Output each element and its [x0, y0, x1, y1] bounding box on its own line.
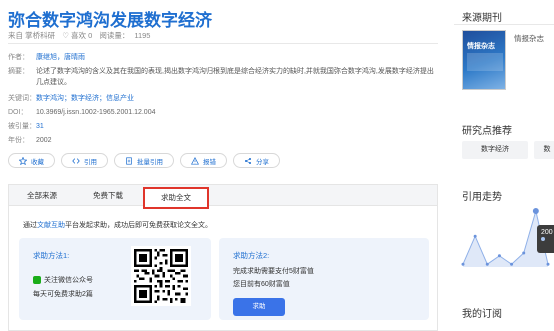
action-bar: 收藏 引用 批量引用 报错 分享	[8, 153, 280, 168]
qr-code	[131, 246, 191, 306]
help-method-1-title: 求助方法1:	[33, 251, 70, 260]
authors-row: 作者： 康继旭，唐晴雨	[8, 52, 438, 63]
share-icon	[244, 157, 252, 164]
topic-tag[interactable]: 数字经济	[462, 141, 528, 159]
page-title: 弥合数字鸿沟发展数字经济	[8, 11, 212, 30]
help-request-button[interactable]: 求助	[233, 298, 285, 316]
document-icon	[126, 156, 132, 165]
help-notice: 通过文献互助平台发起求助，成功后即可免费获取论文全文。	[23, 220, 212, 230]
help-method-1-card: 求助方法1: 关注微信公众号 每天可免费求助2篇	[19, 238, 211, 320]
doc-help-link[interactable]: 文献互助	[37, 222, 65, 229]
authors-link[interactable]: 康继旭，唐晴雨	[36, 52, 85, 63]
read-count: 1195	[134, 31, 151, 40]
trend-point[interactable]	[522, 251, 526, 255]
notice-prefix: 通过	[23, 222, 37, 229]
year-value: 2002	[36, 137, 52, 144]
wechat-follow-line: 关注微信公众号	[33, 275, 93, 285]
topic-tag[interactable]: 数	[534, 141, 554, 159]
trend-point[interactable]	[510, 262, 514, 266]
help-method-2-card: 求助方法2: 完成求助需要支付5财富值 您目前有60财富值 求助	[219, 238, 429, 320]
tab-all-sources[interactable]: 全部来源	[9, 185, 75, 205]
balance-line: 您目前有60财富值	[233, 281, 290, 288]
abstract-text: 论述了数字鸿沟的含义及其在我国的表现,揭出数字鸿沟归根到底是综合经济实力的缺时,…	[36, 68, 434, 86]
wechat-icon	[33, 276, 41, 284]
cite-button[interactable]: 引用	[61, 153, 108, 168]
report-label: 报错	[203, 158, 216, 166]
journal-cover[interactable]: 情报杂志	[462, 30, 506, 90]
cover-title: 情报杂志	[467, 43, 495, 50]
share-label: 分享	[256, 158, 269, 166]
read-label: 阅读量：	[99, 31, 130, 40]
tab-help-fulltext[interactable]: 求助全文	[143, 187, 209, 209]
abstract-label: 摘要：	[8, 68, 29, 75]
keywords-label: 关键词：	[8, 95, 36, 102]
tab-free-download[interactable]: 免费下载	[75, 185, 141, 205]
cost-line: 完成求助需要支付5财富值	[233, 268, 314, 275]
tooltip-value: 200	[541, 229, 553, 236]
journal-name-link[interactable]: 情报杂志	[514, 33, 544, 44]
batch-cite-button[interactable]: 批量引用	[114, 153, 174, 168]
favorite-label: 收藏	[31, 158, 44, 166]
trend-point[interactable]	[497, 254, 501, 258]
my-subscription-title: 我的订阅	[462, 309, 502, 320]
cited-row: 被引量： 31	[8, 121, 438, 132]
share-button[interactable]: 分享	[233, 153, 280, 168]
like-button[interactable]: ♡ 喜欢 0	[62, 31, 92, 40]
doi-value: 10.3969/j.issn.1002-1965.2001.12.004	[36, 109, 156, 116]
trend-title: 引用走势	[462, 192, 502, 203]
cite-label: 引用	[84, 158, 97, 166]
source-tabs: 全部来源 免费下载 求助全文	[9, 185, 437, 209]
doi-row: DOI： 10.3969/j.issn.1002-1965.2001.12.00…	[8, 107, 438, 118]
star-icon	[19, 156, 27, 165]
favorite-button[interactable]: 收藏	[8, 153, 55, 168]
abstract-row: 摘要： 论述了数字鸿沟的含义及其在我国的表现,揭出数字鸿沟归根到底是综合经济实力…	[8, 66, 438, 88]
report-button[interactable]: 报错	[180, 153, 227, 168]
source-journal-title: 来源期刊	[462, 13, 502, 24]
divider	[8, 43, 438, 44]
article-meta: 来自 掌桥科研 ♡ 喜欢 0 阅读量： 1195	[8, 30, 155, 41]
year-label: 年份：	[8, 137, 29, 144]
tooltip-dot	[541, 237, 545, 241]
divider	[454, 24, 554, 25]
trend-point[interactable]	[473, 234, 477, 238]
doi-label: DOI：	[8, 109, 28, 116]
cover-image	[467, 53, 503, 71]
cited-count[interactable]: 31	[36, 121, 44, 132]
help-method-2-title: 求助方法2:	[233, 251, 270, 260]
wechat-follow-text: 关注微信公众号	[44, 277, 93, 284]
trend-point[interactable]	[546, 262, 550, 266]
cited-label: 被引量：	[8, 123, 36, 130]
fulltext-panel: 全部来源 免费下载 求助全文 通过文献互助平台发起求助，成功后即可免费获取论文全…	[8, 184, 438, 331]
notice-suffix: 平台发起求助，成功后即可免费获取论文全文。	[65, 222, 212, 229]
authors-label: 作者：	[8, 54, 29, 61]
trend-tooltip: 200	[537, 225, 554, 253]
trend-point[interactable]	[485, 262, 489, 266]
code-icon	[72, 157, 80, 164]
source-label: 来自 掌桥科研	[8, 31, 56, 40]
hot-topics-title: 研究点推荐	[462, 126, 512, 137]
keywords-row: 关键词： 数字鸿沟；数字经济；信息产业	[8, 93, 438, 104]
warning-icon	[191, 156, 199, 165]
free-quota-line: 每天可免费求助2篇	[33, 291, 93, 298]
year-row: 年份： 2002	[8, 135, 438, 146]
keywords-link[interactable]: 数字鸿沟；数字经济；信息产业	[36, 93, 134, 104]
batch-cite-label: 批量引用	[137, 158, 163, 166]
trend-point[interactable]	[532, 208, 539, 214]
trend-area	[463, 211, 548, 267]
trend-point[interactable]	[461, 262, 465, 266]
